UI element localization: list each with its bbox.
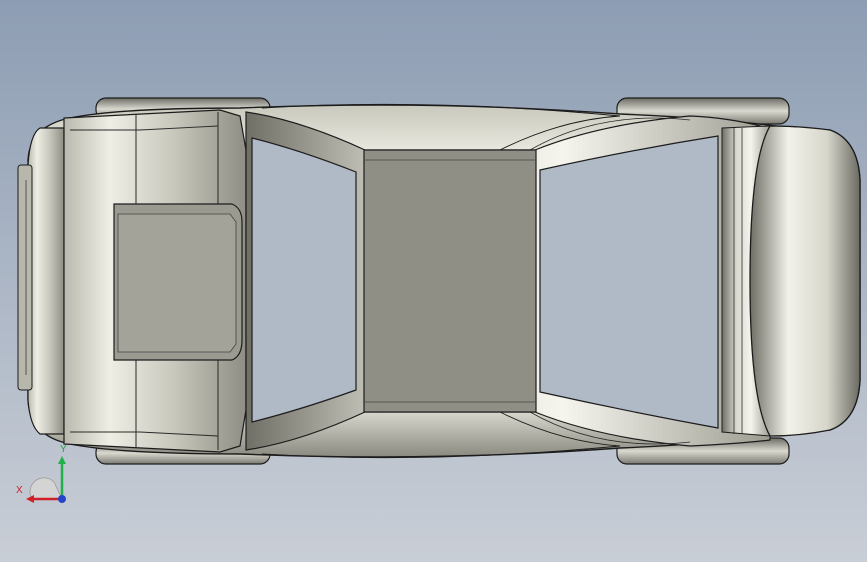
graphics-viewport[interactable]: X Y — [0, 0, 867, 562]
y-axis-label: Y — [60, 444, 67, 455]
front-bumper — [17, 127, 65, 435]
windshield-opening — [251, 137, 357, 423]
car-body-model[interactable] — [0, 0, 867, 562]
rear-spoiler — [721, 125, 861, 437]
coordinate-triad: X Y — [14, 444, 74, 510]
rear-window-opening — [539, 135, 719, 429]
z-axis-dot — [58, 495, 66, 503]
roof-panel — [363, 149, 537, 413]
hood-scoop — [113, 203, 243, 361]
x-axis-label: X — [16, 485, 23, 496]
